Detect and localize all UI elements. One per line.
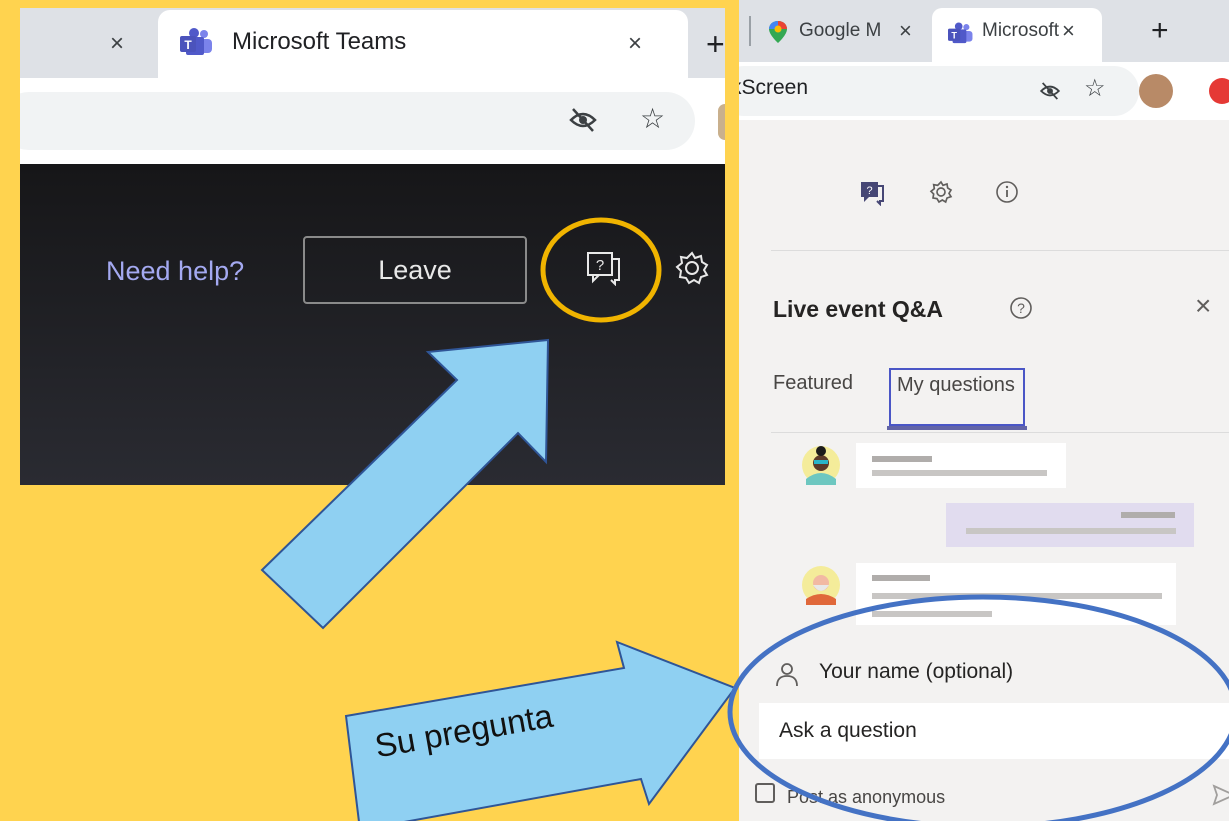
address-bar-area: ☆ xyxy=(20,78,725,164)
tab-google-maps[interactable]: Google M × xyxy=(767,18,912,49)
tab-title: Microsoft Teams xyxy=(232,28,407,55)
panel-title: Live event Q&A xyxy=(773,296,943,322)
divider xyxy=(771,432,1229,433)
svg-text:?: ? xyxy=(1017,300,1025,316)
maps-pin-icon xyxy=(769,21,787,43)
star-icon[interactable]: ☆ xyxy=(640,102,665,135)
question-input[interactable]: Ask a question xyxy=(759,703,1229,759)
teams-event-screenshot: × T Microsoft Teams × + ☆ Need help? Lea… xyxy=(20,8,725,485)
avatar xyxy=(802,566,840,605)
divider xyxy=(771,250,1229,251)
tab-featured[interactable]: Featured xyxy=(773,372,853,395)
hidden-eye-icon[interactable] xyxy=(1039,80,1061,102)
qa-chat-icon[interactable]: ? xyxy=(585,250,623,286)
tab-label: Microsoft xyxy=(982,20,1060,41)
info-icon[interactable] xyxy=(995,180,1019,204)
tab-close-icon[interactable]: × xyxy=(899,18,912,44)
svg-text:?: ? xyxy=(866,185,872,197)
browser-tab-bar: × T Microsoft Teams × + xyxy=(20,8,725,78)
qa-panel-screenshot: Google M × T Microsoft × + kScreen ☆ ? xyxy=(739,0,1229,821)
qa-chat-icon[interactable]: ? xyxy=(859,180,885,206)
close-icon[interactable]: × xyxy=(1195,290,1211,322)
extension-icon[interactable] xyxy=(1209,78,1229,104)
leave-button[interactable]: Leave xyxy=(303,236,527,304)
list-item xyxy=(856,443,1066,488)
name-field[interactable]: Your name (optional) xyxy=(819,660,1013,684)
hidden-eye-icon[interactable] xyxy=(568,106,598,134)
avatar[interactable] xyxy=(1139,74,1173,108)
new-tab-button[interactable]: + xyxy=(706,26,725,63)
list-item xyxy=(856,563,1176,625)
anonymous-label: Post as anonymous xyxy=(787,787,946,807)
tab-my-questions[interactable]: My questions xyxy=(889,368,1025,426)
star-icon[interactable]: ☆ xyxy=(1084,74,1106,103)
tab-microsoft-teams[interactable]: T Microsoft Teams × xyxy=(158,10,688,78)
tab-close-icon[interactable]: × xyxy=(1062,18,1075,44)
new-tab-button[interactable]: + xyxy=(1151,14,1169,48)
gear-icon[interactable] xyxy=(929,180,953,204)
arrow-label: Su pregunta xyxy=(372,696,556,765)
need-help-link[interactable]: Need help? xyxy=(106,256,244,287)
help-icon[interactable]: ? xyxy=(1009,296,1033,320)
svg-text:T: T xyxy=(184,38,192,52)
avatar[interactable] xyxy=(718,104,725,140)
send-icon[interactable] xyxy=(1211,782,1229,808)
anonymous-checkbox[interactable] xyxy=(755,783,775,803)
tab-label: My questions xyxy=(897,374,1015,396)
address-bar-area: kScreen ☆ xyxy=(739,62,1229,120)
active-tab-underline xyxy=(887,426,1027,430)
question-placeholder: Ask a question xyxy=(779,719,917,742)
teams-icon: T xyxy=(948,22,973,44)
tab-label: Google M xyxy=(799,20,882,41)
browser-tab-bar: Google M × T Microsoft × + xyxy=(739,0,1229,62)
avatar xyxy=(802,446,840,485)
prev-tab-close-icon[interactable]: × xyxy=(110,30,124,58)
person-icon xyxy=(776,663,798,687)
svg-text:T: T xyxy=(951,31,957,41)
tab-close-icon[interactable]: × xyxy=(628,30,642,58)
url-text[interactable]: kScreen xyxy=(739,76,808,100)
teams-icon: T xyxy=(180,28,212,55)
gear-icon[interactable] xyxy=(674,250,710,286)
event-stage: Need help? Leave ? xyxy=(20,164,725,485)
tab-divider xyxy=(749,16,751,46)
svg-text:?: ? xyxy=(596,257,604,274)
list-item xyxy=(946,503,1194,547)
tab-microsoft-teams[interactable]: T Microsoft × xyxy=(932,8,1102,62)
